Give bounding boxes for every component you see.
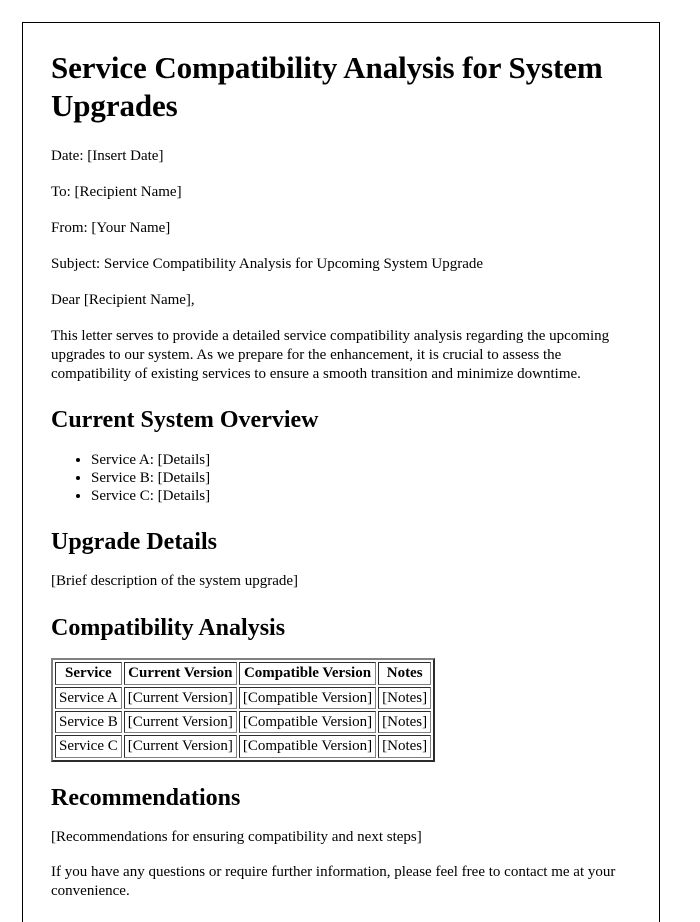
section-heading-compatibility-analysis: Compatibility Analysis [51,614,286,641]
column-header-service: Service [55,662,122,685]
cell-service: Service C [55,735,122,758]
intro-paragraph: This letter serves to provide a detailed… [51,327,610,382]
upgrade-details-body: [Brief description of the system upgrade… [51,573,299,590]
document-page: Service Compatibility Analysis for Syste… [22,22,660,922]
list-item: Service B: [Details] [91,469,631,487]
section-heading-upgrade-details: Upgrade Details [51,528,217,555]
section-heading-current-system-overview: Current System Overview [51,407,319,433]
compatibility-analysis-table: Service Current Version Compatible Versi… [51,658,436,762]
cell-compatible-version: [Compatible Version] [238,686,377,709]
list-item: Service A: [Details] [91,451,631,469]
recommendations-body: [Recommendations for ensuring compatibil… [51,829,422,846]
column-header-current-version: Current Version [123,662,237,685]
cell-service: Service B [55,710,122,734]
recipient-line: To: [Recipient Name] [51,183,182,200]
section-heading-recommendations: Recommendations [51,784,241,811]
date-line: Date: [Insert Date] [51,147,164,164]
table-header-row: Service Current Version Compatible Versi… [55,662,432,685]
cell-current-version: [Current Version] [123,735,237,758]
sender-line: From: [Your Name] [51,219,171,236]
table-row: Service A [Current Version] [Compatible … [55,686,432,709]
cell-current-version: [Current Version] [123,686,237,709]
cell-notes: [Notes] [378,686,432,709]
table-body: Service A [Current Version] [Compatible … [55,686,432,758]
table-row: Service B [Current Version] [Compatible … [55,710,432,734]
salutation-line: Dear [Recipient Name], [51,291,195,308]
column-header-compatible-version: Compatible Version [238,662,377,685]
document-body: Service Compatibility Analysis for Syste… [23,23,659,901]
table-header: Service Current Version Compatible Versi… [55,662,432,685]
list-item: Service C: [Details] [91,487,631,505]
cell-notes: [Notes] [378,710,432,734]
page-title: Service Compatibility Analysis for Syste… [51,50,603,123]
cell-compatible-version: [Compatible Version] [238,735,377,758]
cell-current-version: [Current Version] [123,710,237,734]
table-row: Service C [Current Version] [Compatible … [55,735,432,758]
closing-paragraph: If you have any questions or require fur… [51,864,616,900]
subject-line: Subject: Service Compatibility Analysis … [51,255,484,272]
column-header-notes: Notes [378,662,432,685]
current-system-service-list: Service A: [Details] Service B: [Details… [51,451,631,506]
cell-service: Service A [55,686,122,709]
cell-notes: [Notes] [378,735,432,758]
cell-compatible-version: [Compatible Version] [238,710,377,734]
